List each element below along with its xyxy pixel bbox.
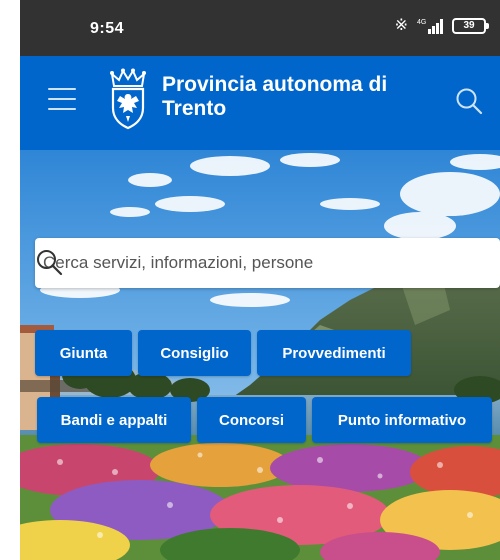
- coat-of-arms-logo: [110, 68, 146, 130]
- quick-link-giunta[interactable]: Giunta: [35, 330, 132, 376]
- search-icon[interactable]: [454, 86, 484, 116]
- quick-link-bandi-e-appalti[interactable]: Bandi e appalti: [37, 397, 191, 443]
- phone-screen: 9:54 ※ 4G 39 Provincia autonoma di Trent…: [20, 0, 500, 560]
- hero-section: Giunta Consiglio Provvedimenti Bandi e a…: [20, 150, 500, 560]
- battery-icon: 39: [452, 18, 489, 34]
- search-input[interactable]: [43, 238, 443, 288]
- quick-link-punto-informativo[interactable]: Punto informativo: [312, 397, 492, 443]
- status-icons: ※ 4G 39: [394, 17, 489, 35]
- signal-icon: 4G: [417, 19, 443, 34]
- battery-level: 39: [463, 20, 475, 31]
- search-bar: [35, 238, 500, 288]
- search-submit-icon[interactable]: [35, 248, 63, 276]
- quick-link-consiglio[interactable]: Consiglio: [138, 330, 251, 376]
- site-title[interactable]: Provincia autonoma di Trento: [162, 73, 432, 121]
- bluetooth-icon: ※: [394, 17, 408, 34]
- app-header: Provincia autonoma di Trento: [20, 56, 500, 150]
- quick-link-concorsi[interactable]: Concorsi: [197, 397, 306, 443]
- hamburger-menu-icon[interactable]: [48, 88, 76, 110]
- svg-text:4G: 4G: [417, 19, 426, 26]
- quick-link-provvedimenti[interactable]: Provvedimenti: [257, 330, 411, 376]
- status-bar: 9:54 ※ 4G 39: [20, 0, 500, 56]
- status-time: 9:54: [90, 20, 125, 37]
